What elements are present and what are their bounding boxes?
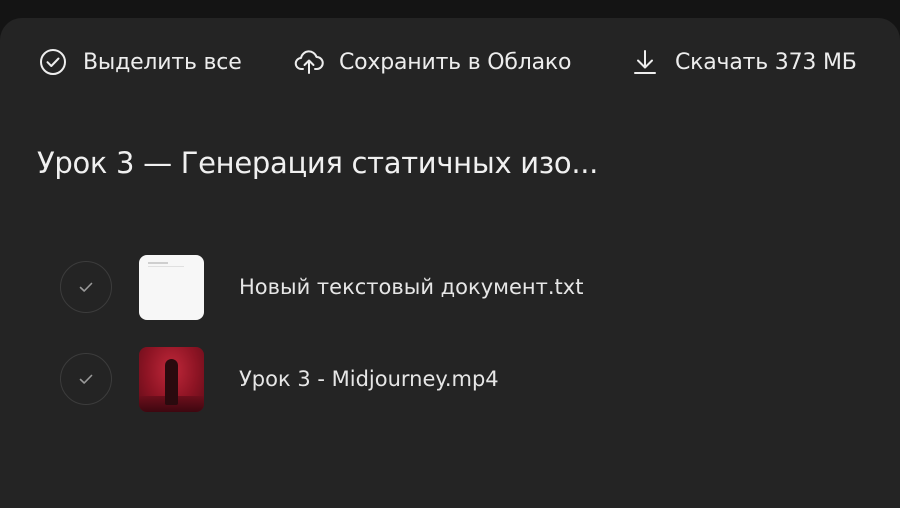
file-row[interactable]: Новый текстовый документ.txt — [60, 254, 860, 320]
checkmark-icon — [79, 282, 93, 292]
cloud-upload-icon — [294, 47, 324, 77]
video-file-thumbnail — [139, 346, 204, 412]
file-name: Урок 3 - Midjourney.mp4 — [239, 367, 499, 391]
file-row[interactable]: Урок 3 - Midjourney.mp4 — [60, 346, 860, 412]
folder-title: Урок 3 — Генерация статичных изо... — [37, 146, 599, 180]
select-all-button[interactable]: Выделить все — [38, 47, 242, 77]
row-checkbox[interactable] — [60, 261, 112, 313]
file-name: Новый текстовый документ.txt — [239, 275, 584, 299]
check-circle-icon — [38, 47, 68, 77]
file-panel: Выделить все Сохранить в Облако Скачать … — [0, 18, 900, 508]
checkmark-icon — [79, 374, 93, 384]
download-icon — [630, 47, 660, 77]
action-toolbar: Выделить все Сохранить в Облако Скачать … — [38, 44, 860, 80]
select-all-label: Выделить все — [83, 49, 242, 75]
download-label: Скачать 373 МБ — [675, 49, 857, 75]
save-to-cloud-label: Сохранить в Облако — [339, 49, 572, 75]
save-to-cloud-button[interactable]: Сохранить в Облако — [294, 47, 571, 77]
text-file-thumbnail — [139, 254, 204, 320]
row-checkbox[interactable] — [60, 353, 112, 405]
download-button[interactable]: Скачать 373 МБ — [630, 47, 857, 77]
